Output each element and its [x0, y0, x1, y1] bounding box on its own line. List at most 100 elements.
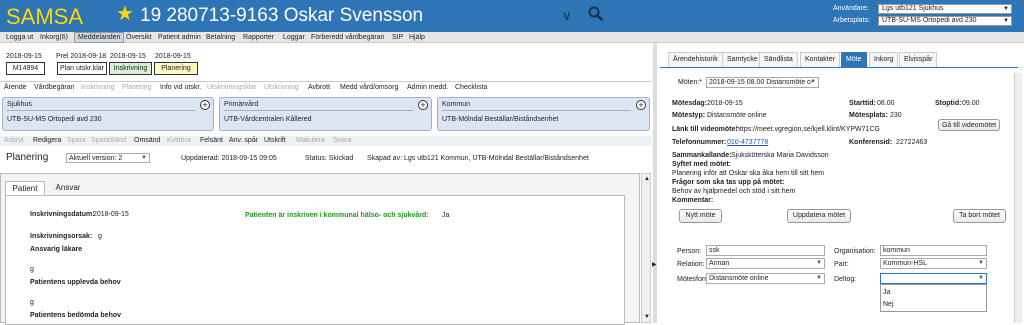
tb-resend[interactable]: Omsänd [134, 137, 160, 144]
tab-responsibility[interactable]: Ansvar [48, 181, 88, 195]
purpose-label: Syftet med mötet: [672, 161, 732, 168]
case-number-box[interactable]: M14994 [6, 62, 45, 75]
enrollment-box[interactable]: Inskrivning [109, 62, 152, 75]
right-scrollbar[interactable] [1014, 73, 1022, 323]
delete-meeting-button[interactable]: Ta bort mötet [953, 209, 1006, 223]
conference-id: 22722463 [896, 139, 928, 146]
enrollment-date-label: Inskrivningsdatum: [30, 211, 95, 218]
option-yes[interactable]: Ja [883, 289, 890, 296]
favorite-star-icon[interactable]: ★ [116, 1, 134, 26]
tb-wrongly-sent[interactable]: Felsänt [200, 137, 223, 144]
new-meeting-button[interactable]: Nytt möte [679, 209, 722, 223]
user-select[interactable]: Lgs utb121 Sjukhus [878, 4, 1012, 14]
menu-logout[interactable]: Logga ut [3, 33, 36, 42]
splitter[interactable] [653, 43, 657, 323]
reason-label: Inskrivningsorsak: [30, 233, 93, 240]
menu-patient-admin[interactable]: Patient admin [155, 33, 204, 42]
phone-link[interactable]: 010-4737778 [727, 139, 768, 146]
person-label: Person: [677, 248, 702, 255]
organisation-input[interactable]: kommun [880, 245, 987, 256]
tb-case[interactable]: Ärende [4, 84, 27, 91]
tb-planning: Planering [122, 84, 152, 91]
menu-help[interactable]: Hjälp [406, 33, 428, 42]
toolbar-actions: Avbryt Redigera Spara SparaSänd Omsänd K… [0, 136, 652, 146]
tb-care-request[interactable]: Vårdbegäran [34, 84, 74, 91]
needs-value: g [30, 299, 34, 306]
meeting-form-select[interactable]: Distansmöte online [706, 273, 825, 284]
add-icon[interactable]: + [200, 100, 210, 110]
patient-title: 19 280713-9163 Oskar Svensson [140, 5, 424, 26]
scroll-up-icon[interactable]: ▲ [644, 176, 650, 182]
tb-print[interactable]: Utskrift [264, 137, 286, 144]
status-date-1: 2018-09-15 [6, 53, 42, 60]
tb-cancel[interactable]: Avbrott [308, 84, 330, 91]
chevron-down-icon[interactable]: ∨ [562, 8, 572, 24]
party-select[interactable]: Kommun-HSL [880, 258, 987, 269]
meeting-place-label: Mötesplats: [849, 112, 888, 119]
rtab-consent[interactable]: Samtycke [722, 52, 763, 67]
tb-discharge-info[interactable]: Info vid utskr. [160, 84, 201, 91]
add-icon[interactable]: + [418, 100, 428, 110]
menu-inbox[interactable]: Inkorg(6) [37, 33, 71, 42]
option-no[interactable]: Nej [883, 301, 894, 308]
tb-discharge-ready: Utskrivningsklar [207, 84, 257, 91]
status-date-3: 2018-09-15 [110, 53, 146, 60]
rtab-case-history[interactable]: Ärendehistorik [668, 52, 723, 67]
card-hospital-value: UTB-SU-MS Ortopedi avd 230 [7, 116, 102, 123]
go-to-video-button[interactable]: Gå till videomötet [938, 119, 1000, 131]
add-icon[interactable]: + [636, 100, 646, 110]
card-hospital-title: Sjukhus [7, 101, 32, 108]
enrollment-date: 2018-09-15 [93, 211, 129, 218]
planning-box[interactable]: Planering [154, 62, 198, 75]
tb-enrollment: Inskrivning [81, 84, 115, 91]
app-logo: SAMSA [6, 4, 84, 29]
tb-void: Makulera [296, 137, 325, 144]
tab-patient[interactable]: Patient [5, 181, 45, 196]
card-municipality: Kommun UTB-Mölndal Beställar/Biståndsenh… [437, 97, 650, 131]
rtab-send-list[interactable]: Sändlista [759, 52, 798, 67]
tb-discharge: Utskrivning [264, 84, 299, 91]
menu-messages[interactable]: Meddelanden [74, 32, 125, 43]
video-link[interactable]: https://meet.vgregion.se/kjell.klint/KYP… [736, 126, 880, 133]
card-municipality-title: Kommun [442, 101, 471, 108]
menu-prepared-request[interactable]: Förberedd vårdbegäran [308, 33, 388, 42]
attended-select[interactable] [880, 273, 987, 284]
update-meeting-button[interactable]: Uppdatera mötet [787, 209, 851, 223]
rtab-meeting[interactable]: Möte [841, 52, 867, 67]
person-input[interactable]: ssk [706, 245, 825, 256]
meeting-date-label: Mötesdag: [672, 100, 707, 107]
patient-panel: Patient Ansvar Inskrivningsdatum: 2018-0… [0, 173, 640, 325]
tb-user-trace[interactable]: Anv. spår [229, 137, 258, 144]
created-text: Skapad av: Lgs utb121 Kommun, UTB-Mölnda… [367, 155, 589, 162]
patient-content: Inskrivningsdatum: 2018-09-15 Patienten … [5, 195, 625, 325]
menu-sip[interactable]: SIP [389, 33, 406, 42]
search-icon[interactable] [588, 6, 604, 22]
menu-logs[interactable]: Loggar [280, 33, 308, 42]
scrollbar[interactable]: ▲ ▼ [641, 173, 651, 323]
tb-reply: Svara [333, 137, 352, 144]
tb-edit[interactable]: Redigera [33, 137, 61, 144]
tb-checklist[interactable]: Checklista [455, 84, 487, 91]
rtab-inbox[interactable]: Inkorg [869, 52, 899, 67]
relation-select[interactable]: Annan [706, 258, 825, 269]
conference-id-label: Konferensid: [849, 139, 893, 146]
tb-admin-message[interactable]: Admin medd. [407, 84, 448, 91]
doctor-label: Ansvarig läkare [30, 246, 83, 253]
version-select[interactable]: Aktuell version: 2 [66, 153, 150, 163]
rtab-elvis[interactable]: Elvisspår [899, 52, 938, 67]
menu-reports[interactable]: Rapporter [240, 33, 277, 42]
meeting-select[interactable]: 2018-09-15 08.00 Distansmöte o [706, 77, 819, 88]
organisation-label: Organisation: [834, 248, 876, 255]
party-label: Part: [834, 261, 849, 268]
plan-ready-box[interactable]: Plan utskr.klar [57, 62, 107, 75]
menu-payment[interactable]: Betalning [203, 33, 238, 42]
municipal-care-value: Ja [442, 212, 450, 219]
planning-title: Planering [6, 152, 49, 163]
rtab-contacts[interactable]: Kontakter [800, 52, 840, 67]
collapse-arrow-icon[interactable]: ▶ [652, 261, 657, 268]
tb-care-message[interactable]: Medd vård/omsorg [340, 84, 398, 91]
scroll-down-icon[interactable]: ▼ [644, 314, 650, 320]
divider [7, 110, 195, 111]
menu-overview[interactable]: Översikt [123, 33, 155, 42]
workplace-select[interactable]: UTB-SU-MS Ortopedi avd 230 [878, 16, 1012, 26]
